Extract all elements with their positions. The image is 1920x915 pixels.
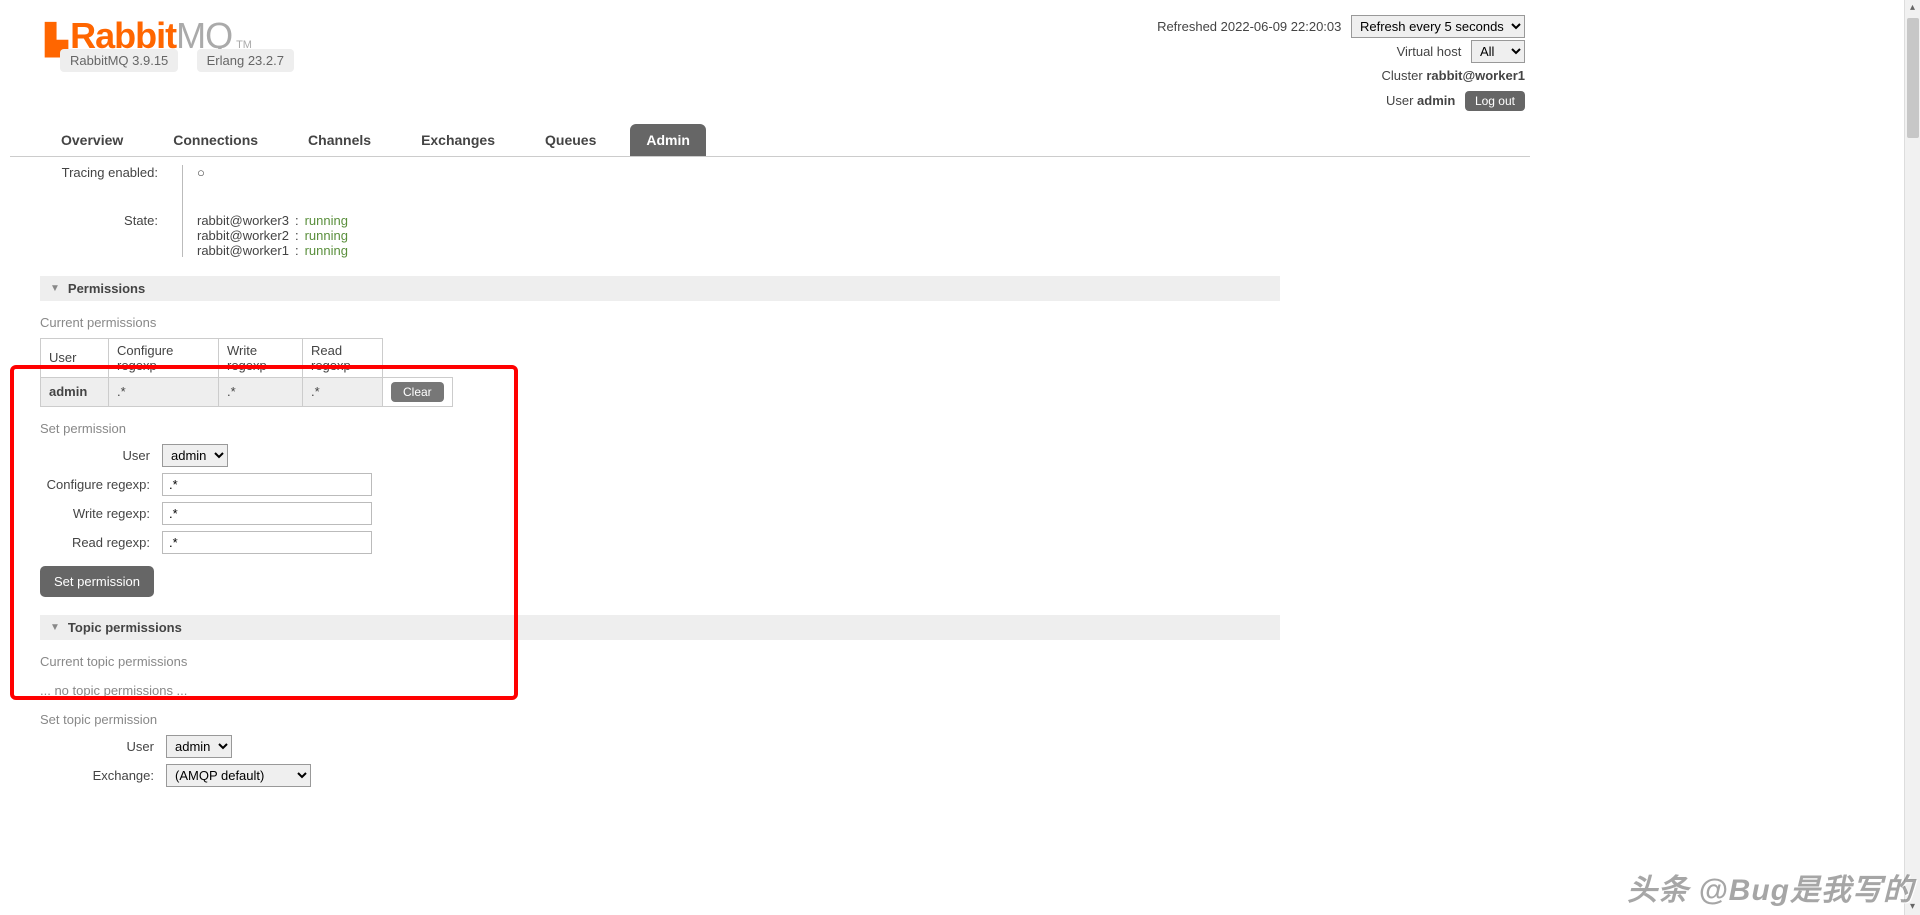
user-label: User [1386,93,1413,108]
node-status: running [305,228,348,243]
tab-queues[interactable]: Queues [529,124,612,156]
set-permission-button[interactable]: Set permission [40,566,154,597]
tab-connections[interactable]: Connections [157,124,274,156]
main-tabs: Overview Connections Channels Exchanges … [10,124,1530,157]
vhost-label: Virtual host [1397,44,1462,59]
node-name: rabbit@worker1 [197,243,289,258]
tab-channels[interactable]: Channels [292,124,387,156]
sp-user-label: User [40,448,162,463]
watermark-text: 头条 @Bug是我写的 [1627,865,1914,909]
col-read: Read regexp [303,338,383,377]
permission-row: admin .* .* .* Clear [41,377,453,406]
node-name: rabbit@worker2 [197,228,289,243]
col-write: Write regexp [219,338,303,377]
perm-read: .* [303,377,383,406]
tp-user-select[interactable]: admin [166,735,232,758]
perm-user: admin [49,384,87,399]
scroll-up-icon[interactable]: ▴ [1905,0,1920,16]
scroll-thumb[interactable] [1907,18,1919,138]
set-permission-title: Set permission [40,421,1280,436]
collapse-icon: ▼ [50,622,60,633]
version-badge: RabbitMQ 3.9.15 [60,49,178,72]
erlang-badge: Erlang 23.2.7 [197,49,294,72]
scroll-down-icon[interactable]: ▾ [1905,899,1920,915]
node-row: rabbit@worker2: running [197,228,348,243]
sp-write-input[interactable] [162,502,372,525]
tracing-label: Tracing enabled: [40,165,168,180]
state-label: State: [40,187,168,228]
user-value: admin [1417,93,1455,108]
perm-write: .* [219,377,303,406]
sp-read-input[interactable] [162,531,372,554]
cluster-label: Cluster [1382,68,1423,83]
tp-exchange-label: Exchange: [90,768,166,783]
cluster-value: rabbit@worker1 [1426,68,1525,83]
node-status: running [305,213,348,228]
topic-permissions-section-header[interactable]: ▼ Topic permissions [40,615,1280,640]
collapse-icon: ▼ [50,283,60,294]
current-permissions-title: Current permissions [40,315,1280,330]
node-status: running [305,243,348,258]
tp-user-label: User [90,739,166,754]
sp-conf-input[interactable] [162,473,372,496]
permissions-table: User Configure regexp Write regexp Read … [40,338,453,407]
logout-button[interactable]: Log out [1465,91,1525,111]
perm-conf: .* [109,377,219,406]
node-name: rabbit@worker3 [197,213,289,228]
permissions-section-header[interactable]: ▼ Permissions [40,276,1280,301]
node-row: rabbit@worker1: running [197,243,348,258]
col-conf: Configure regexp [109,338,219,377]
node-row: rabbit@worker3: running [197,213,348,228]
sp-read-label: Read regexp: [40,535,162,550]
sp-write-label: Write regexp: [40,506,162,521]
current-topic-permissions-title: Current topic permissions [40,654,1280,669]
refreshed-text: Refreshed 2022-06-09 22:20:03 [1157,19,1341,34]
tab-exchanges[interactable]: Exchanges [405,124,511,156]
window-scrollbar[interactable]: ▴ ▾ [1904,0,1920,915]
logo: ▙ RabbitMQ TM RabbitMQ 3.9.15 Erlang 23.… [10,15,294,80]
refresh-interval-select[interactable]: Refresh every 5 seconds [1351,15,1525,38]
col-user: User [41,338,109,377]
tracing-value: ○ [197,165,205,180]
permissions-title: Permissions [68,281,145,296]
tab-admin[interactable]: Admin [630,124,706,156]
topic-permissions-title: Topic permissions [68,620,182,635]
sp-user-select[interactable]: admin [162,444,228,467]
vhost-select[interactable]: All [1471,40,1525,63]
tab-overview[interactable]: Overview [45,124,139,156]
tp-exchange-select[interactable]: (AMQP default) [166,764,311,787]
set-topic-permission-title: Set topic permission [40,712,1280,727]
clear-button[interactable]: Clear [391,382,444,402]
sp-conf-label: Configure regexp: [40,477,162,492]
no-topic-permissions-text: ... no topic permissions ... [40,683,1280,698]
